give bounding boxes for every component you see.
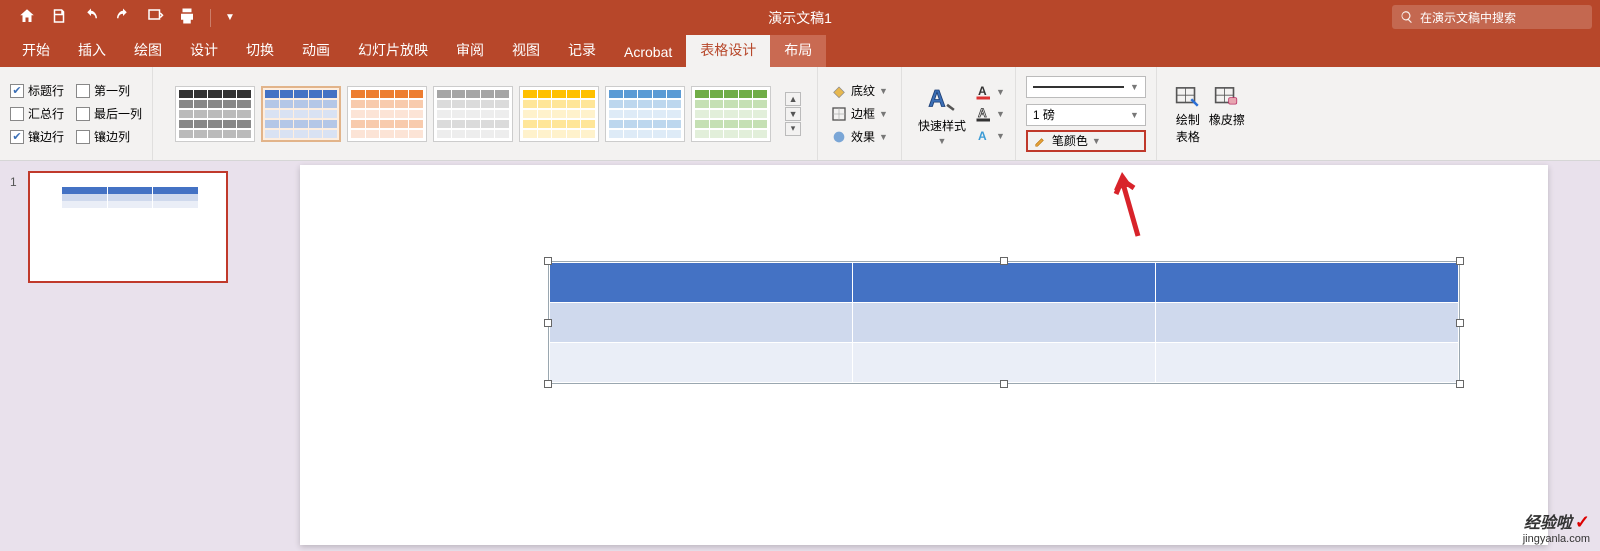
svg-text:A: A (978, 84, 987, 98)
first-col-checkbox[interactable]: 第一列 (76, 82, 142, 99)
table-style-3[interactable] (347, 86, 427, 142)
effects-button[interactable]: 效果▼ (828, 127, 891, 146)
table-style-6[interactable] (605, 86, 685, 142)
tab-layout[interactable]: 布局 (770, 34, 826, 67)
slide-canvas (248, 161, 1600, 551)
slide-number: 1 (10, 175, 17, 189)
table-styles-gallery: ▲▼▾ (153, 67, 818, 160)
undo-icon[interactable] (82, 7, 100, 28)
border-button[interactable]: 边框▼ (828, 104, 891, 123)
qat-separator (210, 9, 211, 27)
tab-slideshow[interactable]: 幻灯片放映 (344, 34, 442, 67)
slide-thumbnail-1[interactable] (28, 171, 228, 283)
ribbon-tabs: 开始 插入 绘图 设计 切换 动画 幻灯片放映 审阅 视图 记录 Acrobat… (0, 35, 1600, 67)
svg-text:A: A (978, 106, 987, 120)
table-style-5[interactable] (519, 86, 599, 142)
table-object[interactable] (548, 261, 1460, 384)
pen-color-button[interactable]: 笔颜色▼ (1026, 130, 1146, 152)
resize-handle[interactable] (1000, 380, 1008, 388)
tab-record[interactable]: 记录 (554, 34, 610, 67)
banded-col-checkbox[interactable]: 镶边列 (76, 128, 142, 145)
shading-border-group: 底纹▼ 边框▼ 效果▼ (818, 67, 902, 160)
tab-acrobat[interactable]: Acrobat (610, 38, 686, 67)
resize-handle[interactable] (1456, 380, 1464, 388)
new-slide-icon[interactable] (146, 7, 164, 28)
resize-handle[interactable] (544, 380, 552, 388)
redo-icon[interactable] (114, 7, 132, 28)
header-row-checkbox[interactable]: 标题行 (10, 82, 64, 99)
quick-access-toolbar: ▼ (0, 7, 235, 28)
tab-start[interactable]: 开始 (8, 34, 64, 67)
quick-styles-button[interactable]: A 快速样式 ▼ (912, 79, 972, 148)
tab-animation[interactable]: 动画 (288, 34, 344, 67)
resize-handle[interactable] (544, 319, 552, 327)
qat-dropdown-icon[interactable]: ▼ (225, 12, 235, 23)
home-icon[interactable] (18, 7, 36, 28)
gallery-more[interactable]: ▲▼▾ (785, 92, 801, 136)
title-bar: ▼ 演示文稿1 在演示文稿中搜索 (0, 0, 1600, 35)
text-outline-button[interactable]: A▼ (974, 105, 1005, 123)
tab-transition[interactable]: 切换 (232, 34, 288, 67)
window-title: 演示文稿1 (768, 8, 832, 28)
eraser-button[interactable]: 橡皮擦 (1209, 83, 1245, 145)
svg-text:A: A (978, 128, 987, 142)
search-box[interactable]: 在演示文稿中搜索 (1392, 5, 1592, 29)
tab-view[interactable]: 视图 (498, 34, 554, 67)
tab-draw[interactable]: 绘图 (120, 34, 176, 67)
table-style-4[interactable] (433, 86, 513, 142)
slide-table[interactable] (549, 262, 1459, 383)
tab-table-design[interactable]: 表格设计 (686, 34, 770, 67)
search-placeholder: 在演示文稿中搜索 (1420, 9, 1516, 26)
slide-area[interactable] (300, 165, 1548, 545)
workspace: 1 (0, 161, 1600, 551)
shading-button[interactable]: 底纹▼ (828, 81, 891, 100)
table-style-2-selected[interactable] (261, 86, 341, 142)
last-col-checkbox[interactable]: 最后一列 (76, 105, 142, 122)
total-row-checkbox[interactable]: 汇总行 (10, 105, 64, 122)
text-fill-button[interactable]: A▼ (974, 83, 1005, 101)
table-style-1[interactable] (175, 86, 255, 142)
tab-review[interactable]: 审阅 (442, 34, 498, 67)
text-effects-button[interactable]: A▼ (974, 127, 1005, 145)
pen-weight-dropdown[interactable]: 1 磅▼ (1026, 104, 1146, 126)
banded-row-checkbox[interactable]: 镶边行 (10, 128, 64, 145)
resize-handle[interactable] (1000, 257, 1008, 265)
print-icon[interactable] (178, 7, 196, 28)
pen-style-dropdown[interactable]: ▼ (1026, 76, 1146, 98)
table-style-7[interactable] (691, 86, 771, 142)
tab-design[interactable]: 设计 (176, 34, 232, 67)
draw-tools-group: 绘制 表格 橡皮擦 (1157, 67, 1263, 160)
search-icon (1400, 10, 1414, 24)
wordart-styles-group: A 快速样式 ▼ A▼ A▼ A▼ (902, 67, 1016, 160)
svg-text:A: A (928, 86, 945, 113)
slide-thumbnail-panel: 1 (0, 161, 248, 551)
watermark: 经验啦 ✓ jingyanla.com (1523, 513, 1590, 545)
ribbon-content: 标题行 汇总行 镶边行 第一列 最后一列 镶边列 (0, 67, 1600, 161)
draw-table-button[interactable]: 绘制 表格 (1175, 83, 1201, 145)
pen-settings-group: ▼ 1 磅▼ 笔颜色▼ (1016, 67, 1157, 160)
resize-handle[interactable] (1456, 319, 1464, 327)
save-icon[interactable] (50, 7, 68, 28)
tab-insert[interactable]: 插入 (64, 34, 120, 67)
table-style-options-group: 标题行 汇总行 镶边行 第一列 最后一列 镶边列 (0, 67, 153, 160)
resize-handle[interactable] (544, 257, 552, 265)
resize-handle[interactable] (1456, 257, 1464, 265)
